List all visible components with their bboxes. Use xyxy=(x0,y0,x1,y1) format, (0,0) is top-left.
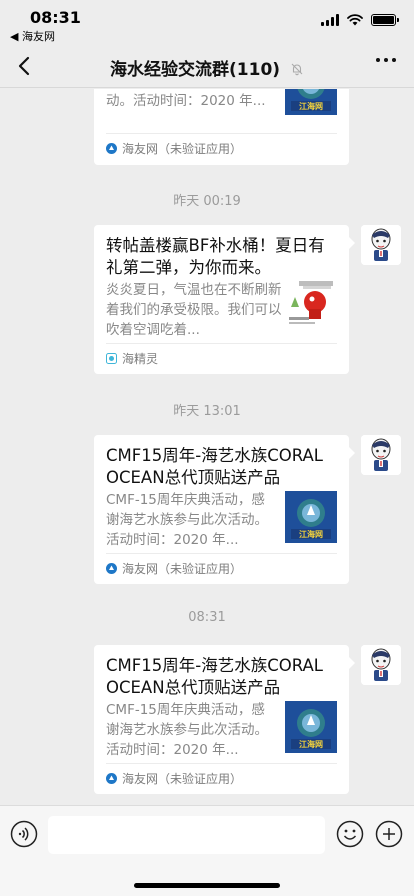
card-title: 转帖盖楼赢BF补水桶！夏日有礼第二弹，为你而来。 xyxy=(106,236,325,277)
timestamp: 08:31 xyxy=(188,610,226,625)
card-description: CMF-15周年庆典活动，感谢海艺水族参与此次活动。活动时间：2020 年... xyxy=(106,492,268,548)
card-description: 感谢海艺水族参与此次活动。活动时间：2020 年... xyxy=(106,93,266,109)
card-divider xyxy=(106,763,337,764)
plus-icon[interactable] xyxy=(375,820,403,848)
chat-header: 海水经验交流群(110) xyxy=(0,44,414,88)
link-card-message[interactable]: 转帖盖楼赢BF补水桶！夏日有礼第二弹，为你而来。 炎炎夏日，气温也在不断刷新着我… xyxy=(94,225,355,374)
avatar[interactable] xyxy=(361,225,401,265)
app-logo-icon xyxy=(106,773,117,784)
timestamp: 昨天 13:01 xyxy=(173,404,241,419)
thumbnail-label: 江海网 xyxy=(299,739,323,749)
card-source-label: 海友网（未验证应用） xyxy=(122,772,243,786)
avatar-image xyxy=(361,645,401,685)
status-time: 08:31 xyxy=(30,8,81,27)
avatar[interactable] xyxy=(361,645,401,685)
thumbnail-label: 江海网 xyxy=(299,529,323,539)
avatar-image xyxy=(361,435,401,475)
wifi-icon xyxy=(347,14,363,26)
chat-message-list[interactable]: 感谢海艺水族参与此次活动。活动时间：2020 年... 江海网 海友网（未验证应… xyxy=(0,89,414,805)
card-thumbnail: 江海网 xyxy=(285,89,337,115)
app-logo-icon xyxy=(106,143,117,154)
app-logo-icon xyxy=(106,353,117,364)
link-card-message[interactable]: CMF15周年-海艺水族CORAL OCEAN总代顶贴送产品 CMF-15周年庆… xyxy=(94,645,355,794)
card-source: 海精灵 xyxy=(106,350,158,367)
timestamp: 昨天 00:19 xyxy=(173,194,241,209)
ellipsis-icon[interactable] xyxy=(376,58,396,62)
card-divider xyxy=(106,553,337,554)
card-source: 海友网（未验证应用） xyxy=(106,560,242,577)
message-input[interactable] xyxy=(48,816,325,854)
card-source-label: 海精灵 xyxy=(122,352,159,366)
card-thumbnail: 江海网 xyxy=(285,701,337,753)
link-card-message[interactable]: CMF15周年-海艺水族CORAL OCEAN总代顶贴送产品 CMF-15周年庆… xyxy=(94,435,355,584)
app-logo-icon xyxy=(106,563,117,574)
avatar-image xyxy=(361,225,401,265)
card-source: 海友网（未验证应用） xyxy=(106,140,242,157)
chat-title-text: 海水经验交流群(110) xyxy=(110,60,281,80)
card-title: CMF15周年-海艺水族CORAL OCEAN总代顶贴送产品 xyxy=(106,446,323,487)
signal-icon xyxy=(321,14,339,26)
card-description: CMF-15周年庆典活动，感谢海艺水族参与此次活动。活动时间：2020 年... xyxy=(106,702,268,758)
chat-title: 海水经验交流群(110) xyxy=(0,55,414,80)
status-bar: 08:31 ◀ 海友网 xyxy=(0,0,414,44)
card-divider xyxy=(106,343,337,344)
card-title: CMF15周年-海艺水族CORAL OCEAN总代顶贴送产品 xyxy=(106,656,323,697)
card-divider xyxy=(106,133,337,134)
home-indicator[interactable] xyxy=(134,883,280,888)
link-card-message[interactable]: 感谢海艺水族参与此次活动。活动时间：2020 年... 江海网 海友网（未验证应… xyxy=(94,89,349,165)
card-description: 炎炎夏日，气温也在不断刷新着我们的承受极限。我们可以吹着空调吃着... xyxy=(106,282,282,338)
card-source-label: 海友网（未验证应用） xyxy=(122,562,243,576)
voice-icon[interactable] xyxy=(10,820,38,848)
card-source-label: 海友网（未验证应用） xyxy=(122,142,243,156)
battery-icon xyxy=(371,14,399,26)
emoji-icon[interactable] xyxy=(336,820,364,848)
status-icons xyxy=(321,14,399,26)
card-thumbnail xyxy=(285,277,337,329)
back-to-app-link[interactable]: ◀ 海友网 xyxy=(10,28,55,44)
avatar[interactable] xyxy=(361,435,401,475)
bell-slash-icon xyxy=(291,63,303,76)
card-source: 海友网（未验证应用） xyxy=(106,770,242,787)
thumbnail-label: 江海网 xyxy=(299,101,323,111)
card-thumbnail: 江海网 xyxy=(285,491,337,543)
